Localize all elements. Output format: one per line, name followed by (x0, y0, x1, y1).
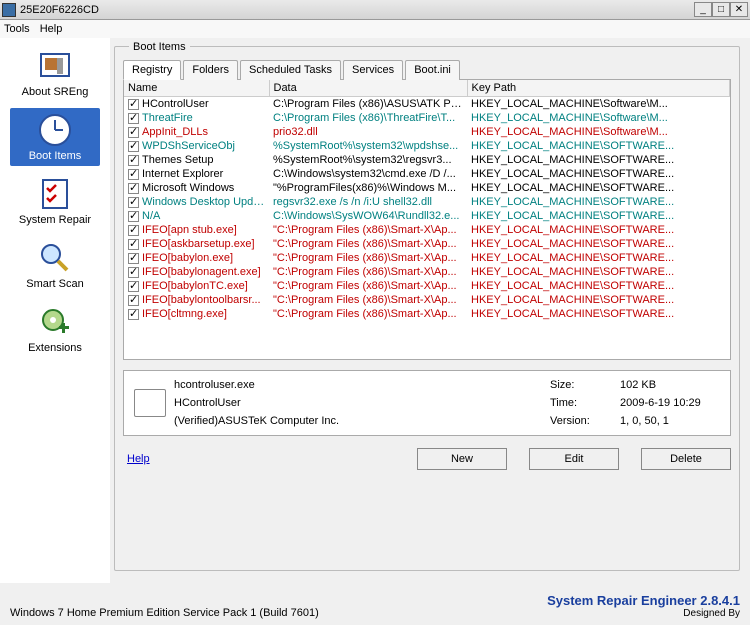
row-checkbox[interactable] (128, 211, 139, 222)
time-value: 2009-6-19 10:29 (620, 397, 720, 409)
file-icon (134, 389, 166, 417)
tab-bootini[interactable]: Boot.ini (405, 60, 460, 80)
table-row[interactable]: ThreatFireC:\Program Files (x86)\ThreatF… (124, 111, 730, 125)
table-row[interactable]: HControlUserC:\Program Files (x86)\ASUS\… (124, 97, 730, 112)
col-data[interactable]: Data (269, 80, 467, 97)
about-icon (37, 48, 73, 84)
menu-tools[interactable]: Tools (4, 23, 30, 35)
table-row[interactable]: IFEO[babylonTC.exe]"C:\Program Files (x8… (124, 279, 730, 293)
close-button[interactable]: ✕ (730, 2, 748, 17)
version-value: 1, 0, 50, 1 (620, 415, 720, 427)
sidebar: About SREng Boot Items System Repair Sma… (0, 38, 110, 583)
table-row[interactable]: IFEO[babylon.exe]"C:\Program Files (x86)… (124, 251, 730, 265)
row-checkbox[interactable] (128, 183, 139, 194)
sidebar-item-scan[interactable]: Smart Scan (10, 236, 100, 294)
version-label: Version: (550, 415, 620, 427)
row-checkbox[interactable] (128, 155, 139, 166)
status-bar: Windows 7 Home Premium Edition Service P… (0, 583, 750, 623)
table-row[interactable]: IFEO[babylonagent.exe]"C:\Program Files … (124, 265, 730, 279)
new-button[interactable]: New (417, 448, 507, 470)
os-info: Windows 7 Home Premium Edition Service P… (10, 607, 319, 619)
help-link[interactable]: Help (127, 453, 150, 465)
size-value: 102 KB (620, 379, 720, 391)
sidebar-label-scan: Smart Scan (10, 278, 100, 290)
clock-icon (37, 112, 73, 148)
row-checkbox[interactable] (128, 99, 139, 110)
minimize-button[interactable]: _ (694, 2, 712, 17)
delete-button[interactable]: Delete (641, 448, 731, 470)
table-row[interactable]: AppInit_DLLsprio32.dllHKEY_LOCAL_MACHINE… (124, 125, 730, 139)
maximize-button[interactable]: □ (712, 2, 730, 17)
tab-folders[interactable]: Folders (183, 60, 238, 80)
col-name[interactable]: Name (124, 80, 269, 97)
row-checkbox[interactable] (128, 141, 139, 152)
menu-bar: Tools Help (0, 20, 750, 38)
row-checkbox[interactable] (128, 253, 139, 264)
registry-table[interactable]: Name Data Key Path HControlUserC:\Progra… (123, 80, 731, 360)
sidebar-label-extensions: Extensions (10, 342, 100, 354)
app-icon (2, 3, 16, 17)
magnifier-icon (37, 240, 73, 276)
table-row[interactable]: Windows Desktop Updateregsvr32.exe /s /n… (124, 195, 730, 209)
row-checkbox[interactable] (128, 239, 139, 250)
gear-plus-icon (37, 304, 73, 340)
time-label: Time: (550, 397, 620, 409)
table-row[interactable]: IFEO[cltmng.exe]"C:\Program Files (x86)\… (124, 307, 730, 321)
row-checkbox[interactable] (128, 127, 139, 138)
row-checkbox[interactable] (128, 225, 139, 236)
table-row[interactable]: Themes Setup%SystemRoot%\system32\regsvr… (124, 153, 730, 167)
designed-by: Designed By (547, 608, 740, 619)
sidebar-item-boot[interactable]: Boot Items (10, 108, 100, 166)
col-keypath[interactable]: Key Path (467, 80, 730, 97)
row-checkbox[interactable] (128, 197, 139, 208)
table-row[interactable]: IFEO[apn stub.exe]"C:\Program Files (x86… (124, 223, 730, 237)
detail-filename: hcontroluser.exe (174, 379, 550, 391)
tab-scheduled[interactable]: Scheduled Tasks (240, 60, 341, 80)
sidebar-label-repair: System Repair (10, 214, 100, 226)
sidebar-label-boot: Boot Items (10, 150, 100, 162)
row-checkbox[interactable] (128, 267, 139, 278)
detail-publisher: (Verified)ASUSTeK Computer Inc. (174, 415, 550, 427)
tabstrip: Registry Folders Scheduled Tasks Service… (123, 59, 731, 80)
table-row[interactable]: Microsoft Windows"%ProgramFiles(x86)%\Wi… (124, 181, 730, 195)
table-row[interactable]: Internet ExplorerC:\Windows\system32\cmd… (124, 167, 730, 181)
table-row[interactable]: N/AC:\Windows\SysWOW64\Rundll32.e...HKEY… (124, 209, 730, 223)
boot-items-group: Boot Items Registry Folders Scheduled Ta… (114, 46, 740, 571)
window-title: 25E20F6226CD (20, 4, 694, 16)
detail-desc: HControlUser (174, 397, 550, 409)
tab-registry[interactable]: Registry (123, 60, 181, 80)
row-checkbox[interactable] (128, 113, 139, 124)
sidebar-item-about[interactable]: About SREng (10, 44, 100, 102)
sidebar-item-extensions[interactable]: Extensions (10, 300, 100, 358)
menu-help[interactable]: Help (40, 23, 63, 35)
table-row[interactable]: IFEO[babylontoolbarsr..."C:\Program File… (124, 293, 730, 307)
detail-panel: hcontroluser.exe Size: 102 KB HControlUs… (123, 370, 731, 436)
size-label: Size: (550, 379, 620, 391)
sidebar-item-repair[interactable]: System Repair (10, 172, 100, 230)
tab-services[interactable]: Services (343, 60, 403, 80)
row-checkbox[interactable] (128, 169, 139, 180)
table-row[interactable]: WPDShServiceObj%SystemRoot%\system32\wpd… (124, 139, 730, 153)
row-checkbox[interactable] (128, 309, 139, 320)
app-brand: System Repair Engineer 2.8.4.1 (547, 593, 740, 608)
table-row[interactable]: IFEO[askbarsetup.exe]"C:\Program Files (… (124, 237, 730, 251)
row-checkbox[interactable] (128, 295, 139, 306)
repair-icon (37, 176, 73, 212)
group-title: Boot Items (129, 41, 190, 53)
row-checkbox[interactable] (128, 281, 139, 292)
sidebar-label-about: About SREng (10, 86, 100, 98)
titlebar[interactable]: 25E20F6226CD _ □ ✕ (0, 0, 750, 20)
edit-button[interactable]: Edit (529, 448, 619, 470)
